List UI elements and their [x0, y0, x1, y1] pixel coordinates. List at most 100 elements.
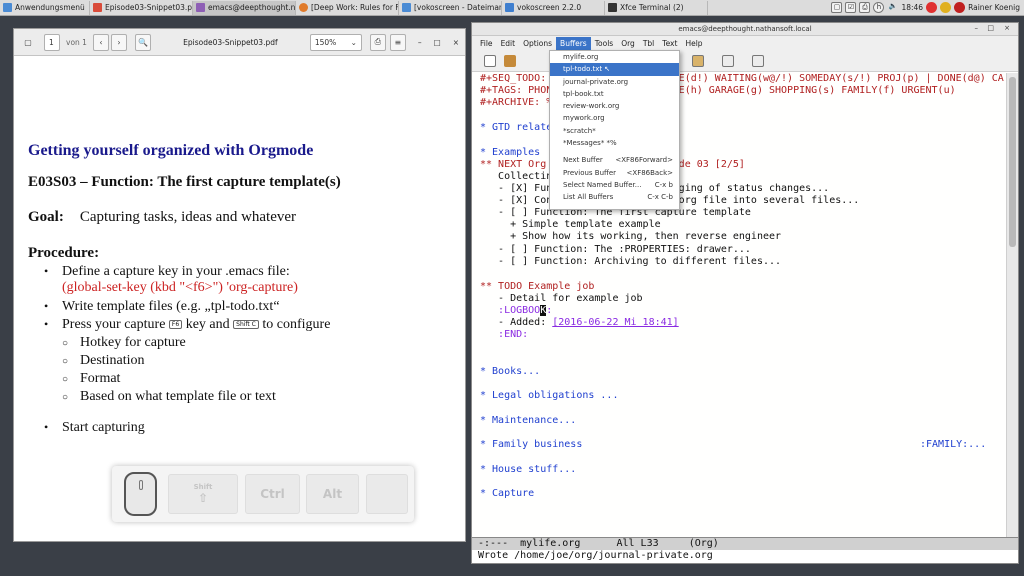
timestamp-link[interactable]: [2016-06-22 Mi 18:41] [552, 317, 678, 328]
bullet-text: Press your capture [62, 317, 166, 332]
zoom-select[interactable]: 150% ⌄ [309, 33, 362, 51]
applications-menu-button[interactable]: Anwendungsmenü [0, 0, 90, 15]
emacs-titlebar: emacs@deepthought.nathansoft.local – □ × [472, 23, 1018, 36]
shift-key-icon: Shift ⇧ [168, 474, 238, 514]
buffer-line: * Capture [480, 488, 535, 499]
folder-icon [402, 3, 411, 12]
sub-item-text: Format [80, 371, 121, 386]
list-all-buffers-item[interactable]: List All Buffers C-x C-b [550, 191, 679, 203]
drawer-text: : [546, 305, 553, 316]
blank-key-icon [366, 474, 408, 514]
buffer-line: * House stuff... [480, 464, 577, 475]
maximize-icon[interactable]: □ [434, 38, 441, 47]
sub-item-text: Destination [80, 353, 145, 368]
select-named-buffer-item[interactable]: Select Named Buffer... C-x b [550, 179, 679, 191]
task-label: Xfce Terminal (2) [620, 3, 684, 12]
scrollbar-thumb[interactable] [1009, 77, 1016, 247]
task-file-manager[interactable]: [vokoscreen - Dateiman... [399, 0, 502, 15]
pdf-viewer-window: ▢ 1 von 1 ‹ › 🔍 Episode03-Snippet03.pdf … [13, 28, 466, 542]
vokoscreen-icon [505, 3, 514, 12]
close-icon[interactable]: × [1004, 24, 1010, 32]
maximize-icon[interactable]: □ [987, 24, 994, 32]
goal-label: Goal: [28, 209, 64, 225]
search-icon[interactable] [752, 54, 764, 67]
task-terminal[interactable]: Xfce Terminal (2) [605, 0, 708, 15]
menu-org[interactable]: Org [617, 37, 639, 50]
hp-icon[interactable]: h [873, 2, 885, 13]
user-name[interactable]: Rainer Koenig [968, 3, 1020, 12]
menu-tools[interactable]: Tools [591, 37, 617, 50]
previous-buffer-item[interactable]: Previous Buffer <XF86Back> [550, 167, 679, 179]
task-label: [Deep Work: Rules for F... [311, 3, 399, 12]
terminal-icon [608, 3, 617, 12]
bullet-text: Write template files (e.g. „tpl-todo.txt… [62, 299, 280, 314]
emacs-menubar: File Edit Options Buffers Tools Org Tbl … [472, 36, 1018, 50]
page-number-input[interactable]: 1 [44, 33, 60, 51]
list-item: • Start capturing [44, 420, 145, 435]
buffer-line: * Family business [480, 439, 583, 450]
buffer-item-mylife[interactable]: mylife.org [550, 51, 679, 63]
minimize-icon[interactable]: – [975, 24, 979, 32]
menu-edit[interactable]: Edit [497, 37, 520, 50]
menu-text[interactable]: Text [658, 37, 681, 50]
pdf-page: Getting yourself organized with Orgmode … [14, 56, 465, 541]
print-button[interactable]: ⎙ [369, 33, 386, 51]
volume-icon[interactable]: 🔈 [887, 2, 898, 13]
taskbar: Anwendungsmenü Episode03-Snippet03.pdf e… [0, 0, 1024, 16]
close-icon[interactable]: × [453, 38, 459, 47]
menu-item-label: mywork.org [563, 114, 605, 123]
clipboard-icon[interactable] [722, 54, 734, 67]
next-buffer-item[interactable]: Next Buffer <XF86Forward> [550, 154, 679, 166]
menu-button[interactable]: ≡ [389, 33, 406, 51]
task-pdf-viewer[interactable]: Episode03-Snippet03.pdf [90, 0, 193, 15]
menu-file[interactable]: File [476, 37, 497, 50]
minimize-icon[interactable]: – [418, 38, 422, 47]
menu-buffers[interactable]: Buffers [556, 36, 591, 50]
buffer-item-review-work[interactable]: review-work.org [550, 100, 679, 112]
pause-icon[interactable] [940, 2, 952, 13]
menu-item-label: tpl-book.txt [563, 89, 604, 98]
menu-item-label: tpl-todo.txt [563, 65, 603, 74]
buffers-dropdown-menu: mylife.org tpl-todo.txt ↖ journal-private… [549, 50, 680, 210]
menu-item-label: mylife.org [563, 53, 599, 61]
buffer-item-mywork[interactable]: mywork.org [550, 112, 679, 124]
task-vokoscreen[interactable]: vokoscreen 2.2.0 [502, 0, 605, 15]
menu-accelerator: <XF86Back> [626, 168, 673, 177]
buffer-item-journal-private[interactable]: journal-private.org [550, 76, 679, 88]
buffer-line: * Books... [480, 366, 541, 377]
buffer-item-tpl-todo[interactable]: tpl-todo.txt ↖ [550, 63, 679, 76]
slide-title: Getting yourself organized with Orgmode [28, 142, 314, 159]
printer-icon[interactable]: ⎙ [859, 2, 871, 13]
power-icon[interactable] [954, 2, 966, 13]
buffer-item-tpl-book[interactable]: tpl-book.txt [550, 88, 679, 100]
menu-help[interactable]: Help [681, 37, 706, 50]
buffer-item-messages[interactable]: *Messages* *% [550, 137, 679, 149]
menu-options[interactable]: Options [519, 37, 556, 50]
task-label: vokoscreen 2.2.0 [517, 3, 582, 12]
bullet-text: Start capturing [62, 420, 145, 435]
buffer-item-scratch[interactable]: *scratch* [550, 125, 679, 137]
clipboard-icon[interactable]: ▢ [831, 2, 843, 13]
task-emacs[interactable]: emacs@deepthought.na... [193, 0, 296, 15]
list-item: ○ Hotkey for capture [62, 335, 186, 350]
record-icon[interactable] [926, 2, 938, 13]
open-folder-icon[interactable] [504, 54, 516, 67]
paste-icon[interactable] [692, 54, 704, 67]
list-item: ○ Destination [62, 353, 145, 368]
tag-label: :FAMILY:... [920, 439, 987, 450]
zoom-value: 150% [314, 37, 337, 47]
sidebar-toggle-button[interactable]: ▢ [20, 34, 36, 51]
menu-tbl[interactable]: Tbl [639, 37, 658, 50]
new-file-icon[interactable] [484, 54, 496, 67]
applications-menu-label: Anwendungsmenü [15, 3, 85, 12]
vertical-scrollbar[interactable] [1006, 73, 1018, 543]
clock[interactable]: 18:46 [901, 3, 923, 12]
checkbox-tray-icon[interactable]: ☑ [845, 2, 857, 13]
task-firefox[interactable]: [Deep Work: Rules for F... [296, 0, 399, 15]
bullet-text: Define a capture key in your .emacs file… [62, 264, 290, 279]
procedure-label: Procedure: [28, 245, 100, 261]
buffer-line: - [ ] Function: The :PROPERTIES: drawer.… [480, 244, 751, 255]
prev-page-button[interactable]: ‹ [92, 33, 109, 51]
search-button[interactable]: 🔍 [134, 33, 151, 51]
next-page-button[interactable]: › [110, 33, 127, 51]
